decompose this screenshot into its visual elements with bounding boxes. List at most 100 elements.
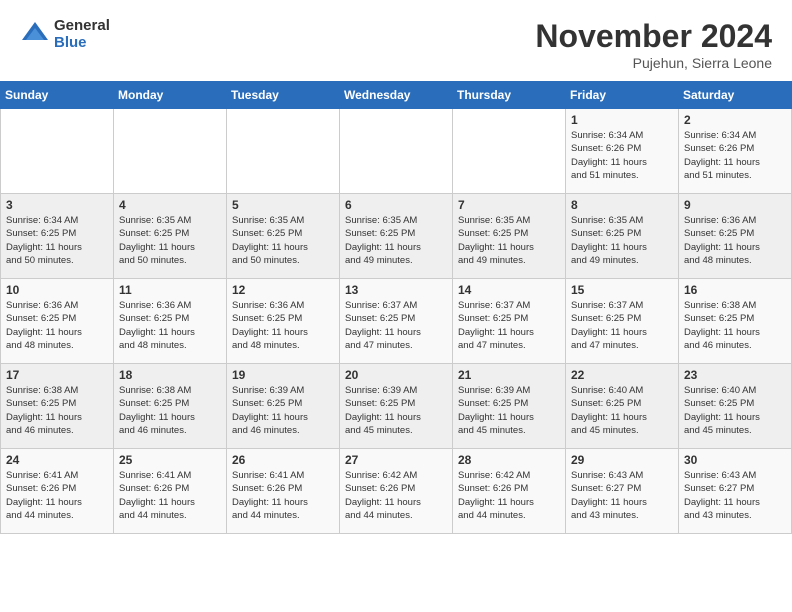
day-number: 27 — [345, 453, 447, 467]
calendar-day-23: 23 Sunrise: 6:40 AMSunset: 6:25 PMDayligh… — [679, 364, 792, 449]
month-title: November 2024 — [535, 18, 772, 55]
day-number: 17 — [6, 368, 108, 382]
calendar-day-24: 24Sunrise: 6:41 AMSunset: 6:26 PMDayligh… — [1, 449, 114, 534]
day-info: Sunrise: 6:35 AMSunset: 6:25 PMDaylight:… — [571, 214, 673, 267]
day-number: 23 — [684, 368, 786, 382]
empty-cell — [453, 109, 566, 194]
day-info: Sunrise: 6:38 AMSunset: 6:25 PMDaylight:… — [684, 299, 786, 352]
calendar-day-6: 6 Sunrise: 6:35 AMSunset: 6:25 PMDaylight… — [340, 194, 453, 279]
calendar-day-7: 7Sunrise: 6:35 AMSunset: 6:25 PMDaylight… — [453, 194, 566, 279]
day-number: 21 — [458, 368, 560, 382]
day-info: Sunrise: 6:41 AMSunset: 6:26 PMDaylight:… — [119, 469, 221, 522]
empty-cell — [340, 109, 453, 194]
calendar-day-15: 15 Sunrise: 6:37 AMSunset: 6:25 PMDayligh… — [566, 279, 679, 364]
day-number: 7 — [458, 198, 560, 212]
day-info: Sunrise: 6:42 AMSunset: 6:26 PMDaylight:… — [345, 469, 447, 522]
calendar-week-5: 24 Sunrise: 6:41 AMSunset: 6:26 PMDayligh… — [1, 449, 792, 534]
day-info: Sunrise: 6:35 AMSunset: 6:25 PMDaylight:… — [119, 214, 221, 267]
day-info: Sunrise: 6:41 AMSunset: 6:26 PMDaylight:… — [232, 469, 334, 522]
logo-blue-text: Blue — [54, 35, 110, 52]
calendar-day-13: 13 Sunrise: 6:37 AMSunset: 6:25 PMDayligh… — [340, 279, 453, 364]
empty-cell — [114, 109, 227, 194]
calendar-day-2: 2 Sunrise: 6:34 AMSunset: 6:26 PMDaylight… — [679, 109, 792, 194]
calendar-day-8: 8 Sunrise: 6:35 AMSunset: 6:25 PMDaylight… — [566, 194, 679, 279]
calendar-table: SundayMondayTuesdayWednesdayThursdayFrid… — [0, 81, 792, 534]
header-day-wednesday: Wednesday — [340, 82, 453, 109]
day-info: Sunrise: 6:36 AMSunset: 6:25 PMDaylight:… — [6, 299, 108, 352]
day-number: 14 — [458, 283, 560, 297]
calendar-day-21: 21Sunrise: 6:39 AMSunset: 6:25 PMDayligh… — [453, 364, 566, 449]
day-number: 25 — [119, 453, 221, 467]
day-number: 30 — [684, 453, 786, 467]
header-day-thursday: Thursday — [453, 82, 566, 109]
day-info: Sunrise: 6:36 AMSunset: 6:25 PMDaylight:… — [119, 299, 221, 352]
day-number: 20 — [345, 368, 447, 382]
calendar-day-16: 16 Sunrise: 6:38 AMSunset: 6:25 PMDayligh… — [679, 279, 792, 364]
calendar-day-22: 22Sunrise: 6:40 AMSunset: 6:25 PMDayligh… — [566, 364, 679, 449]
header-day-saturday: Saturday — [679, 82, 792, 109]
calendar-day-10: 10 Sunrise: 6:36 AMSunset: 6:25 PMDayligh… — [1, 279, 114, 364]
calendar-day-4: 4 Sunrise: 6:35 AMSunset: 6:25 PMDaylight… — [114, 194, 227, 279]
day-number: 13 — [345, 283, 447, 297]
day-number: 11 — [119, 283, 221, 297]
calendar-day-25: 25 Sunrise: 6:41 AMSunset: 6:26 PMDayligh… — [114, 449, 227, 534]
day-number: 12 — [232, 283, 334, 297]
day-number: 10 — [6, 283, 108, 297]
day-number: 18 — [119, 368, 221, 382]
day-info: Sunrise: 6:38 AMSunset: 6:25 PMDaylight:… — [119, 384, 221, 437]
day-info: Sunrise: 6:36 AMSunset: 6:25 PMDaylight:… — [684, 214, 786, 267]
day-info: Sunrise: 6:39 AMSunset: 6:25 PMDaylight:… — [232, 384, 334, 437]
header-day-friday: Friday — [566, 82, 679, 109]
header-day-sunday: Sunday — [1, 82, 114, 109]
day-number: 29 — [571, 453, 673, 467]
day-number: 4 — [119, 198, 221, 212]
calendar-day-20: 20 Sunrise: 6:39 AMSunset: 6:25 PMDayligh… — [340, 364, 453, 449]
logo-icon — [20, 20, 50, 50]
day-number: 28 — [458, 453, 560, 467]
day-info: Sunrise: 6:40 AMSunset: 6:25 PMDaylight:… — [571, 384, 673, 437]
day-number: 3 — [6, 198, 108, 212]
calendar-week-2: 3 Sunrise: 6:34 AMSunset: 6:25 PMDaylight… — [1, 194, 792, 279]
calendar-day-18: 18 Sunrise: 6:38 AMSunset: 6:25 PMDayligh… — [114, 364, 227, 449]
day-info: Sunrise: 6:43 AMSunset: 6:27 PMDaylight:… — [684, 469, 786, 522]
day-number: 26 — [232, 453, 334, 467]
calendar-day-12: 12Sunrise: 6:36 AMSunset: 6:25 PMDayligh… — [227, 279, 340, 364]
calendar-day-26: 26 Sunrise: 6:41 AMSunset: 6:26 PMDayligh… — [227, 449, 340, 534]
day-number: 6 — [345, 198, 447, 212]
day-info: Sunrise: 6:35 AMSunset: 6:25 PMDaylight:… — [345, 214, 447, 267]
day-number: 15 — [571, 283, 673, 297]
day-info: Sunrise: 6:39 AMSunset: 6:25 PMDaylight:… — [345, 384, 447, 437]
day-number: 16 — [684, 283, 786, 297]
calendar-header: SundayMondayTuesdayWednesdayThursdayFrid… — [1, 82, 792, 109]
calendar-day-17: 17 Sunrise: 6:38 AMSunset: 6:25 PMDayligh… — [1, 364, 114, 449]
empty-cell — [1, 109, 114, 194]
location: Pujehun, Sierra Leone — [535, 55, 772, 71]
day-info: Sunrise: 6:34 AMSunset: 6:26 PMDaylight:… — [684, 129, 786, 182]
calendar-day-28: 28 Sunrise: 6:42 AMSunset: 6:26 PMDayligh… — [453, 449, 566, 534]
calendar-day-30: 30 Sunrise: 6:43 AMSunset: 6:27 PMDayligh… — [679, 449, 792, 534]
day-number: 2 — [684, 113, 786, 127]
calendar-week-3: 10 Sunrise: 6:36 AMSunset: 6:25 PMDayligh… — [1, 279, 792, 364]
day-info: Sunrise: 6:37 AMSunset: 6:25 PMDaylight:… — [458, 299, 560, 352]
day-info: Sunrise: 6:34 AMSunset: 6:25 PMDaylight:… — [6, 214, 108, 267]
calendar-day-3: 3 Sunrise: 6:34 AMSunset: 6:25 PMDaylight… — [1, 194, 114, 279]
calendar-day-11: 11 Sunrise: 6:36 AMSunset: 6:25 PMDayligh… — [114, 279, 227, 364]
day-info: Sunrise: 6:42 AMSunset: 6:26 PMDaylight:… — [458, 469, 560, 522]
calendar-day-5: 5Sunrise: 6:35 AMSunset: 6:25 PMDaylight… — [227, 194, 340, 279]
calendar-day-1: 1Sunrise: 6:34 AMSunset: 6:26 PMDaylight… — [566, 109, 679, 194]
day-number: 24 — [6, 453, 108, 467]
day-info: Sunrise: 6:37 AMSunset: 6:25 PMDaylight:… — [571, 299, 673, 352]
day-info: Sunrise: 6:37 AMSunset: 6:25 PMDaylight:… — [345, 299, 447, 352]
logo: General Blue — [20, 18, 110, 51]
header-day-tuesday: Tuesday — [227, 82, 340, 109]
day-number: 8 — [571, 198, 673, 212]
day-info: Sunrise: 6:40 AMSunset: 6:25 PMDaylight:… — [684, 384, 786, 437]
day-info: Sunrise: 6:38 AMSunset: 6:25 PMDaylight:… — [6, 384, 108, 437]
empty-cell — [227, 109, 340, 194]
calendar-day-9: 9Sunrise: 6:36 AMSunset: 6:25 PMDaylight… — [679, 194, 792, 279]
day-number: 1 — [571, 113, 673, 127]
calendar-body: 1 Sunrise: 6:34 AMSunset: 6:26 PMDaylight… — [1, 109, 792, 534]
calendar-day-29: 29Sunrise: 6:43 AMSunset: 6:27 PMDayligh… — [566, 449, 679, 534]
calendar-day-27: 27 Sunrise: 6:42 AMSunset: 6:26 PMDayligh… — [340, 449, 453, 534]
day-number: 5 — [232, 198, 334, 212]
